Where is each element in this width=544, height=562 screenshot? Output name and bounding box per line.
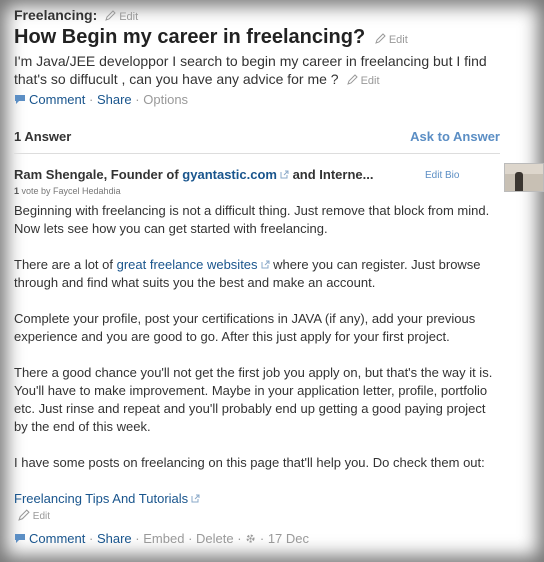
freelance-websites-link[interactable]: great freelance websites [117, 257, 270, 272]
question-share-link[interactable]: Share [97, 92, 132, 107]
question-details: I'm Java/JEE developpor I search to begi… [14, 52, 500, 90]
topic-row: Freelancing: Edit [14, 7, 138, 23]
paragraph-text: There are a lot of [14, 257, 117, 272]
pencil-icon [105, 10, 116, 21]
title-edit-label: Edit [388, 34, 408, 46]
answer-actions: Comment · Share · Embed · Delete · · 17 … [14, 531, 309, 546]
answer-edit-button[interactable]: Edit [18, 509, 50, 522]
tips-tutorials-link[interactable]: Freelancing Tips And Tutorials [14, 491, 200, 506]
avatar-background [505, 164, 543, 174]
separator: · [237, 531, 242, 546]
author-credential-rest: and Interne... [288, 167, 374, 182]
gear-icon[interactable] [245, 533, 256, 544]
edit-bio-link[interactable]: Edit Bio [425, 170, 459, 181]
avatar[interactable] [504, 163, 544, 192]
answer-edit-label: Edit [32, 511, 51, 522]
question-options-link[interactable]: Options [143, 92, 188, 107]
answer-count: 1 Answer [14, 129, 72, 144]
avatar-figure [515, 172, 523, 191]
answer-comment-link[interactable]: Comment [29, 531, 85, 546]
author-site-label: gyantastic.com [182, 167, 277, 182]
question-title: How Begin my career in freelancing? [14, 26, 366, 48]
freelance-websites-label: great freelance websites [116, 257, 258, 272]
vote-summary: 1 vote by Faycel Hedahdia [14, 186, 121, 196]
page-frame: Freelancing: Edit How Begin my career in… [0, 0, 544, 562]
pencil-icon [18, 509, 30, 521]
answer-author: Ram Shengale, Founder of gyantastic.com … [14, 167, 373, 182]
separator: · [88, 92, 94, 107]
title-edit-button[interactable]: Edit [374, 33, 408, 46]
question-text: I'm Java/JEE developpor I search to begi… [14, 53, 487, 87]
topic-label[interactable]: Freelancing: [14, 7, 97, 23]
answer-paragraph: Complete your profile, post your certifi… [14, 311, 476, 344]
comment-icon [15, 534, 25, 543]
comment-icon [15, 95, 25, 104]
topic-edit-button[interactable]: Edit [105, 10, 139, 23]
separator: · [188, 531, 193, 546]
answer-share-link[interactable]: Share [97, 531, 132, 546]
external-link-icon [280, 170, 289, 179]
question-actions: Comment · Share · Options [14, 92, 188, 107]
answer-paragraph: Freelancing Tips And Tutorials [14, 490, 500, 508]
answer-embed-link[interactable]: Embed [143, 531, 184, 546]
separator: · [135, 531, 140, 546]
answer-date[interactable]: 17 Dec [268, 531, 309, 546]
author-name[interactable]: Ram Shengale, Founder of [14, 167, 182, 182]
question-title-row: How Begin my career in freelancing? Edit [14, 26, 408, 49]
answer-paragraph: There a good chance you'll not get the f… [14, 365, 493, 434]
details-edit-label: Edit [360, 75, 380, 87]
external-link-icon [191, 494, 200, 503]
separator: · [259, 531, 265, 546]
author-site-link[interactable]: gyantastic.com [182, 167, 289, 182]
answer-body: Beginning with freelancing is not a diff… [14, 202, 500, 514]
answers-header: 1 Answer Ask to Answer [14, 121, 500, 154]
answer-delete-link[interactable]: Delete [196, 531, 234, 546]
external-link-icon [261, 260, 270, 269]
tips-tutorials-label: Freelancing Tips And Tutorials [14, 491, 189, 506]
answer-paragraph: There are a lot of great freelance websi… [14, 256, 500, 292]
vote-text[interactable]: vote by Faycel Hedahdia [19, 186, 121, 196]
pencil-icon [374, 33, 386, 44]
answer-paragraph: Beginning with freelancing is not a diff… [14, 203, 490, 236]
separator: · [135, 92, 140, 107]
question-comment-link[interactable]: Comment [29, 92, 85, 107]
answer-paragraph: I have some posts on freelancing on this… [14, 455, 485, 470]
ask-to-answer-button[interactable]: Ask to Answer [410, 129, 500, 144]
details-edit-button[interactable]: Edit [346, 74, 380, 87]
pencil-icon [346, 74, 358, 85]
topic-edit-label: Edit [119, 11, 139, 23]
separator: · [88, 531, 94, 546]
